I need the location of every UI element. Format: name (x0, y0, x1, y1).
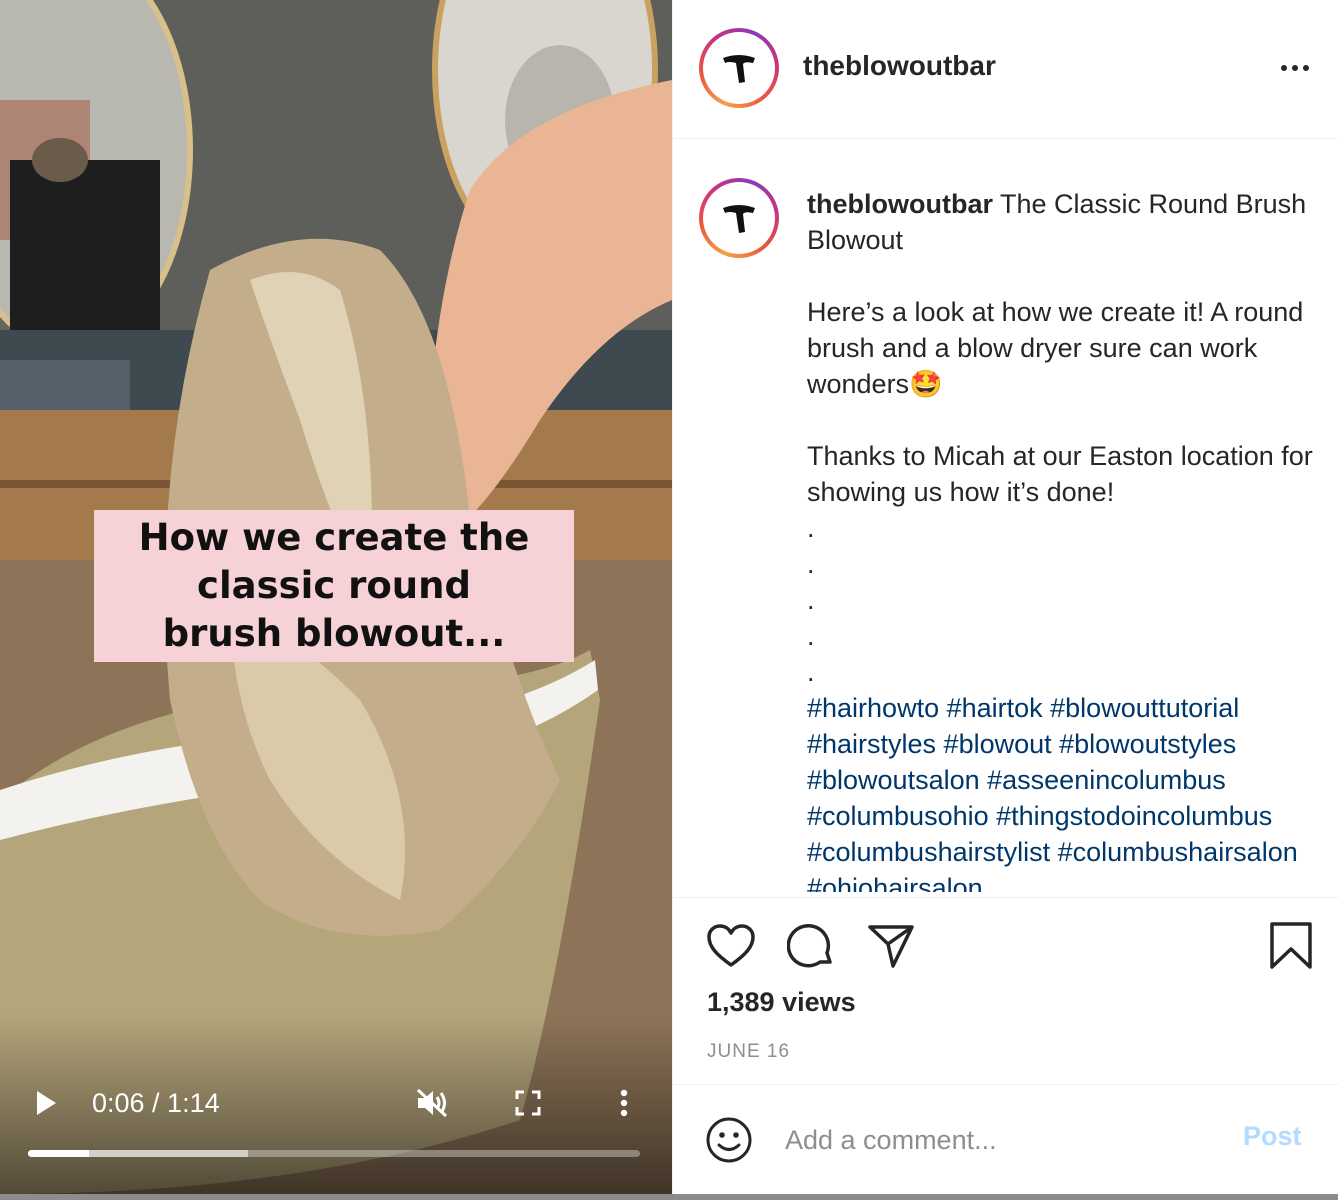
caption-title-line: theblowoutbar The Classic Round Brush Bl… (807, 186, 1317, 258)
post-actions: 1,389 views JUNE 16 (673, 897, 1338, 1083)
caption-dot: . (807, 621, 815, 651)
like-button[interactable] (705, 920, 757, 972)
post-header: theblowoutbar (673, 0, 1338, 139)
play-button[interactable] (28, 1080, 64, 1126)
avatar[interactable] (699, 28, 779, 108)
options-button[interactable] (1273, 48, 1317, 88)
smiley-icon (706, 1117, 752, 1163)
caption-avatar[interactable] (699, 178, 779, 258)
video-progress-bar[interactable] (28, 1150, 640, 1157)
video-time: 0:06 / 1:14 (92, 1088, 220, 1118)
hair-dryer-logo-icon (723, 55, 755, 83)
post-date[interactable]: JUNE 16 (707, 1041, 790, 1063)
avatar-inner (703, 32, 775, 104)
heart-icon (707, 924, 755, 967)
bookmark-icon (1270, 922, 1312, 969)
comment-bar: Post (673, 1084, 1338, 1194)
header-username[interactable]: theblowoutbar (803, 50, 996, 82)
save-button[interactable] (1265, 920, 1317, 972)
mute-button[interactable] (410, 1080, 454, 1126)
share-button[interactable] (865, 920, 917, 972)
hair-dryer-logo-icon (723, 205, 755, 233)
hashtags[interactable]: #hairhowto #hairtok #blowouttutorial #ha… (807, 690, 1317, 892)
video-text-overlay: How we create the classic round brush bl… (94, 510, 574, 662)
caption-dot: . (807, 513, 815, 543)
fullscreen-button[interactable] (508, 1080, 548, 1126)
more-horizontal-icon (1281, 65, 1309, 71)
caption-paragraph-2: Thanks to Micah at our Easton location f… (807, 441, 1313, 507)
window-bottom-edge (0, 1194, 1338, 1200)
caption-username[interactable]: theblowoutbar (807, 189, 993, 219)
comment-bubble-icon (787, 924, 832, 968)
post-comment-button[interactable]: Post (1243, 1121, 1302, 1152)
emoji-button[interactable] (703, 1114, 755, 1166)
caption-dot: . (807, 657, 815, 687)
paper-plane-icon (868, 925, 914, 968)
caption-text: theblowoutbar The Classic Round Brush Bl… (807, 186, 1317, 892)
volume-muted-icon (416, 1088, 448, 1118)
play-icon (37, 1091, 56, 1115)
more-vertical-icon (620, 1089, 628, 1117)
caption-avatar-inner (703, 182, 775, 254)
video-player[interactable]: How we create the classic round brush bl… (0, 0, 672, 1194)
caption-dot: . (807, 585, 815, 615)
caption-section: theblowoutbar The Classic Round Brush Bl… (673, 140, 1338, 892)
fullscreen-icon (515, 1090, 541, 1116)
post-panel: theblowoutbar theblowoutbar The Classic … (672, 0, 1338, 1194)
caption-dot: . (807, 549, 815, 579)
video-controls: 0:06 / 1:14 (0, 1080, 672, 1126)
comment-button[interactable] (785, 920, 837, 972)
view-count[interactable]: 1,389 views (707, 987, 856, 1018)
played-bar (28, 1150, 90, 1157)
video-more-button[interactable] (606, 1080, 642, 1126)
comment-input[interactable] (785, 1117, 1225, 1163)
caption-paragraph-1: Here’s a look at how we create it! A rou… (807, 297, 1304, 399)
